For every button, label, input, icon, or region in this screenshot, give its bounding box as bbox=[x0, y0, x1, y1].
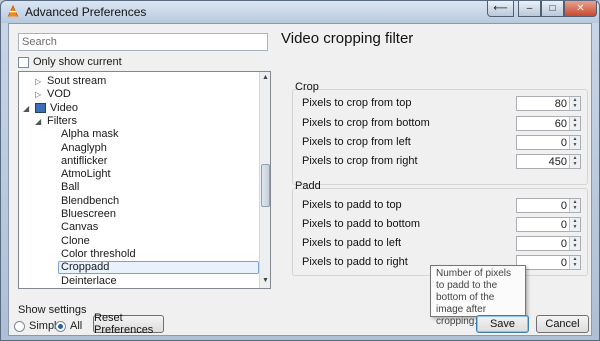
search-input[interactable]: Search bbox=[18, 33, 268, 51]
tree-item[interactable]: Video bbox=[50, 102, 78, 115]
padd-value-spinbox[interactable]: 0 ▲ ▼ bbox=[516, 236, 581, 251]
all-radio[interactable]: All bbox=[55, 320, 82, 332]
spinbox-value[interactable]: 0 bbox=[561, 200, 567, 212]
padd-group-label: Padd bbox=[295, 180, 321, 192]
crop-row-label: Pixels to crop from left bbox=[302, 136, 411, 148]
spinbox-arrows[interactable]: ▲ ▼ bbox=[569, 237, 580, 250]
spinbox-arrows[interactable]: ▲ ▼ bbox=[569, 97, 580, 110]
checkbox-box[interactable] bbox=[18, 56, 29, 68]
tree-item[interactable]: Erase bbox=[61, 288, 90, 289]
maximize-button[interactable]: □ bbox=[541, 1, 564, 17]
tree-expander-icon[interactable]: ▷ bbox=[35, 77, 41, 86]
spinbox-value[interactable]: 80 bbox=[555, 98, 567, 110]
padd-row-label: Pixels to padd to bottom bbox=[302, 218, 421, 230]
tree-item[interactable]: VOD bbox=[47, 88, 71, 101]
preferences-tree[interactable]: ▷ Sout stream ▷ VOD ◢ Video ◢ Filters Alpha mask… bbox=[18, 71, 271, 289]
spinbox-value[interactable]: 0 bbox=[561, 137, 567, 149]
simple-radio-circle[interactable] bbox=[14, 320, 25, 332]
tree-scrollbar[interactable]: ▲ ▼ bbox=[259, 72, 270, 288]
advanced-preferences-window: Advanced Preferences ⟵ – □ ✕ Search Only… bbox=[0, 0, 600, 341]
crop-value-spinbox[interactable]: 80 ▲ ▼ bbox=[516, 96, 581, 111]
show-settings-label: Show settings bbox=[18, 304, 87, 316]
padd-row-label: Pixels to padd to left bbox=[302, 237, 402, 249]
reset-preferences-button[interactable]: Reset Preferences bbox=[93, 312, 164, 336]
tooltip: Number of pixels to padd to the bottom o… bbox=[430, 265, 526, 327]
all-radio-label: All bbox=[70, 320, 83, 332]
padd-row-label: Pixels to padd to right bbox=[302, 256, 408, 268]
spinbox-arrows[interactable]: ▲ ▼ bbox=[569, 199, 580, 212]
close-button[interactable]: ✕ bbox=[564, 1, 597, 17]
tree-item[interactable]: Clone bbox=[61, 235, 90, 248]
spin-down-icon[interactable]: ▼ bbox=[570, 205, 580, 211]
spin-down-icon[interactable]: ▼ bbox=[570, 224, 580, 230]
spinbox-value[interactable]: 60 bbox=[555, 118, 567, 130]
tree-item[interactable]: Ball bbox=[61, 181, 79, 194]
back-button[interactable]: ⟵ bbox=[487, 1, 514, 17]
spinbox-value[interactable]: 450 bbox=[549, 156, 567, 168]
only-show-current-checkbox[interactable]: Only show current bbox=[18, 56, 122, 68]
spin-down-icon[interactable]: ▼ bbox=[570, 161, 580, 167]
spin-down-icon[interactable]: ▼ bbox=[570, 262, 580, 268]
crop-group-label: Crop bbox=[295, 81, 319, 93]
window-title: Advanced Preferences bbox=[25, 5, 147, 19]
scroll-down-arrow-icon[interactable]: ▼ bbox=[261, 277, 270, 284]
spinbox-arrows[interactable]: ▲ ▼ bbox=[569, 218, 580, 231]
tree-item[interactable]: Filters bbox=[47, 115, 77, 128]
crop-value-spinbox[interactable]: 60 ▲ ▼ bbox=[516, 116, 581, 131]
tree-item[interactable]: Alpha mask bbox=[61, 128, 118, 141]
cancel-button[interactable]: Cancel bbox=[536, 315, 589, 333]
tree-item[interactable]: Deinterlace bbox=[61, 275, 117, 288]
tree-item[interactable]: Color threshold bbox=[61, 248, 136, 261]
crop-row-label: Pixels to crop from top bbox=[302, 97, 412, 109]
tree-item[interactable]: Anaglyph bbox=[61, 142, 107, 155]
tree-item[interactable]: Blendbench bbox=[61, 195, 119, 208]
scroll-thumb[interactable] bbox=[261, 164, 270, 207]
tree-expander-icon[interactable]: ◢ bbox=[23, 104, 29, 113]
preferences-client-area: Search Only show current ▷ Sout stream ▷ VO… bbox=[8, 23, 592, 336]
tree-expander-icon[interactable]: ◢ bbox=[35, 117, 41, 126]
padd-value-spinbox[interactable]: 0 ▲ ▼ bbox=[516, 217, 581, 232]
tree-item[interactable]: Croppadd bbox=[58, 261, 259, 275]
tree-expander-icon[interactable]: ▷ bbox=[35, 90, 41, 99]
spinbox-arrows[interactable]: ▲ ▼ bbox=[569, 136, 580, 149]
spin-down-icon[interactable]: ▼ bbox=[570, 123, 580, 129]
spin-down-icon[interactable]: ▼ bbox=[570, 243, 580, 249]
padd-value-spinbox[interactable]: 0 ▲ ▼ bbox=[516, 198, 581, 213]
save-button[interactable]: Save bbox=[476, 315, 529, 333]
minimize-button[interactable]: – bbox=[518, 1, 541, 17]
scroll-up-arrow-icon[interactable]: ▲ bbox=[261, 74, 270, 81]
crop-value-spinbox[interactable]: 450 ▲ ▼ bbox=[516, 154, 581, 169]
title-bar[interactable]: Advanced Preferences ⟵ – □ ✕ bbox=[1, 1, 599, 23]
page-title: Video cropping filter bbox=[281, 30, 414, 47]
tree-item[interactable]: AtmoLight bbox=[61, 168, 111, 181]
spin-down-icon[interactable]: ▼ bbox=[570, 142, 580, 148]
only-show-current-label: Only show current bbox=[33, 56, 122, 68]
spinbox-value[interactable]: 0 bbox=[561, 238, 567, 250]
spinbox-value[interactable]: 0 bbox=[561, 257, 567, 269]
padd-row-label: Pixels to padd to top bbox=[302, 199, 402, 211]
spinbox-arrows[interactable]: ▲ ▼ bbox=[569, 256, 580, 269]
vlc-cone-icon bbox=[7, 5, 19, 19]
tree-item[interactable]: antiflicker bbox=[61, 155, 107, 168]
spinbox-arrows[interactable]: ▲ ▼ bbox=[569, 117, 580, 130]
tree-item[interactable]: Sout stream bbox=[47, 75, 106, 88]
spin-down-icon[interactable]: ▼ bbox=[570, 103, 580, 109]
all-radio-circle[interactable] bbox=[55, 320, 66, 332]
video-category-icon bbox=[35, 102, 46, 113]
tree-item[interactable]: Canvas bbox=[61, 221, 98, 234]
crop-row-label: Pixels to crop from bottom bbox=[302, 117, 430, 129]
spinbox-arrows[interactable]: ▲ ▼ bbox=[569, 155, 580, 168]
tree-item[interactable]: Bluescreen bbox=[61, 208, 116, 221]
crop-value-spinbox[interactable]: 0 ▲ ▼ bbox=[516, 135, 581, 150]
spinbox-value[interactable]: 0 bbox=[561, 219, 567, 231]
crop-row-label: Pixels to crop from right bbox=[302, 155, 418, 167]
